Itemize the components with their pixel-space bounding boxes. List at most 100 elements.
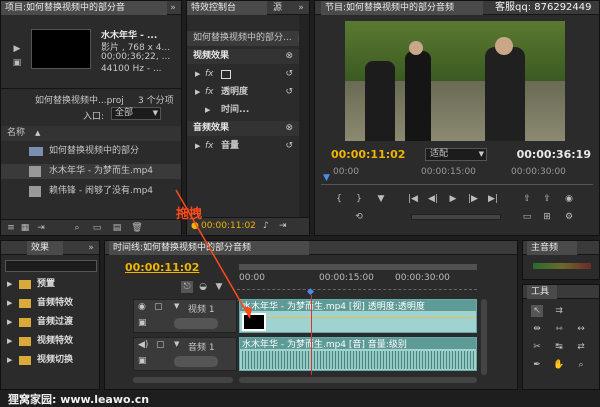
mark-out-icon[interactable]: } (353, 193, 365, 205)
display-style-icon[interactable]: ▣ (138, 318, 147, 328)
tab-project[interactable]: 项目:如何替换视频中的部分音 (1, 1, 167, 15)
zoom-tool-icon[interactable]: ⌕ (575, 359, 587, 371)
tab-timeline[interactable]: 时间线:如何替换视频中的部分音频 (109, 241, 309, 255)
slide-tool-icon[interactable]: ⇄ (575, 341, 587, 353)
hand-tool-icon[interactable]: ✋ (553, 359, 565, 371)
video-clip[interactable]: 水木年华 - 为梦而生.mp4 [视] 透明度:透明度 (239, 299, 477, 333)
panel-menu-icon[interactable]: » (167, 2, 179, 14)
timeline-ruler[interactable]: 00:00 00:00:15:00 00:00:30:00 ◆ (237, 261, 477, 301)
tab-effect-controls[interactable]: 特效控制台 (187, 1, 267, 15)
program-ruler[interactable]: ▼ 00:00 00:00:15:00 00:00:30:00 (321, 167, 593, 185)
timeline-horizontal-scrollbar[interactable] (239, 377, 477, 383)
settings-icon[interactable]: ⚙ (563, 211, 575, 223)
effect-opacity-row[interactable]: ▶ fx 透明度 ↺ (187, 85, 309, 100)
column-header-name[interactable]: 名称 ▲ (1, 126, 181, 141)
list-item[interactable]: 赖伟锋 - 闹够了没有.mp4 (1, 184, 181, 199)
snap-icon[interactable]: ⎋ (181, 281, 193, 293)
program-current-time[interactable]: 00:00:11:02 (331, 148, 405, 161)
effects-folder[interactable]: ▶ 音频过渡 (1, 315, 99, 330)
playhead-marker-icon[interactable]: ▼ (323, 173, 330, 183)
export-frame-icon[interactable]: ◉ (563, 193, 575, 205)
lock-icon[interactable]: ▢ (156, 340, 165, 350)
new-item-icon[interactable]: ▤ (111, 222, 123, 234)
panel-menu-icon[interactable]: » (85, 242, 97, 254)
list-item[interactable]: 如何替换视频中的部分 (1, 144, 181, 159)
tab-program[interactable]: 节目:如何替换视频中的部分音频 (321, 1, 483, 15)
pen-tool-icon[interactable]: ✒ (531, 359, 543, 371)
keyframe-nav[interactable] (174, 318, 218, 329)
rate-stretch-tool-icon[interactable]: ↔ (575, 323, 587, 335)
reset-icon[interactable]: ↺ (285, 85, 293, 100)
razor-tool-icon[interactable]: ✂ (531, 341, 543, 353)
mark-in-icon[interactable]: { (333, 193, 345, 205)
search-icon[interactable]: ⌕ (71, 222, 83, 234)
video-effects-section[interactable]: 视频效果 ⊗ (187, 49, 309, 64)
step-back-icon[interactable]: ◀| (427, 193, 439, 205)
panel-menu-icon[interactable]: » (295, 2, 307, 14)
audio-clip[interactable]: 水木年华 - 为梦而生.mp4 [音] 音量:级别 (239, 337, 477, 371)
entry-select[interactable]: 全部 ▼ (111, 107, 161, 120)
marker-icon[interactable]: ◒ (197, 281, 209, 293)
safe-margins-icon[interactable]: ▭ (521, 211, 533, 223)
delete-icon[interactable]: 🗑 (131, 222, 143, 234)
extract-icon[interactable]: ⇪ (541, 193, 553, 205)
tab-effects[interactable]: 效果 (27, 241, 63, 255)
effects-folder[interactable]: ▶ 预置 (1, 277, 99, 292)
timeline-zoom-slider[interactable] (237, 289, 477, 295)
work-area-bar[interactable] (239, 264, 477, 270)
timeline-vertical-scrollbar[interactable] (481, 299, 487, 375)
lift-icon[interactable]: ⇧ (521, 193, 533, 205)
loop-icon[interactable]: ⟲ (353, 211, 365, 223)
play-icon[interactable]: ▶ (447, 193, 459, 205)
reset-icon[interactable]: ↺ (285, 67, 293, 82)
collapse-icon[interactable]: ⊗ (285, 49, 293, 64)
effects-search-input[interactable] (5, 260, 97, 272)
track-select-tool-icon[interactable]: ⇉ (553, 305, 565, 317)
automate-icon[interactable]: ⇥ (35, 222, 47, 234)
keyframe-icon[interactable]: ▼ (213, 281, 225, 293)
audio-scrub-icon[interactable]: ♪ (263, 221, 269, 231)
effect-volume-row[interactable]: ▶ fx 音量 ↺ (187, 139, 309, 154)
list-view-icon[interactable]: ≡ (5, 222, 17, 234)
ripple-edit-tool-icon[interactable]: ⇹ (531, 323, 543, 335)
timeline-playhead[interactable] (311, 295, 312, 375)
tab-source[interactable]: 源 (269, 1, 287, 15)
effects-folder[interactable]: ▶ 音频特效 (1, 296, 99, 311)
icon-view-icon[interactable]: ▦ (19, 222, 31, 234)
jog-shuttle-slider[interactable] (411, 214, 501, 220)
step-forward-icon[interactable]: |▶ (467, 193, 479, 205)
timeline-timecode[interactable]: 00:00:11:02 (125, 261, 199, 274)
slip-tool-icon[interactable]: ↹ (553, 341, 565, 353)
reset-icon[interactable]: ↺ (285, 139, 293, 154)
set-marker-icon[interactable]: ▼ (375, 193, 387, 205)
effect-time-row[interactable]: ▶ 时间... (187, 103, 309, 118)
opacity-line[interactable] (266, 317, 476, 318)
eye-icon[interactable]: ◉ (138, 302, 146, 312)
selection-tool-icon[interactable]: ↖ (531, 305, 543, 317)
display-style-icon[interactable]: ▣ (138, 356, 147, 366)
speaker-icon[interactable]: ◀) (138, 340, 148, 350)
collapse-icon[interactable]: ⊗ (285, 121, 293, 136)
audio-effects-section[interactable]: 音频效果 ⊗ (187, 121, 309, 136)
lock-icon[interactable]: ▢ (154, 302, 163, 312)
expand-arrow-icon[interactable]: ▼ (174, 340, 179, 348)
timeline-zoom-bar[interactable] (133, 377, 233, 383)
jump-icon[interactable]: ⇥ (279, 221, 287, 231)
keyframe-nav[interactable] (174, 356, 218, 367)
new-bin-icon[interactable]: ▭ (91, 222, 103, 234)
effects-folder[interactable]: ▶ 视频切换 (1, 353, 99, 368)
effect-timecode[interactable]: 00:00:11:02 (201, 221, 256, 231)
effects-folder[interactable]: ▶ 视频特效 (1, 334, 99, 349)
rolling-edit-tool-icon[interactable]: ⇿ (553, 323, 565, 335)
go-to-in-icon[interactable]: |◀ (407, 193, 419, 205)
output-icon[interactable]: ⊞ (541, 211, 553, 223)
play-thumbnail-icon[interactable]: ▶ (11, 43, 23, 55)
effect-motion-row[interactable]: ▶ fx ↺ (187, 67, 309, 82)
fit-select[interactable]: 适配 ▼ (425, 148, 487, 161)
go-to-out-icon[interactable]: ▶| (487, 193, 499, 205)
expand-arrow-icon[interactable]: ▼ (174, 302, 179, 310)
tab-audio-master[interactable]: 主音频 (527, 241, 577, 255)
tab-tools[interactable]: 工具 (527, 285, 557, 299)
poster-frame-icon[interactable]: ▣ (11, 57, 23, 69)
list-item[interactable]: 水木年华 - 为梦而生.mp4 (1, 164, 181, 179)
